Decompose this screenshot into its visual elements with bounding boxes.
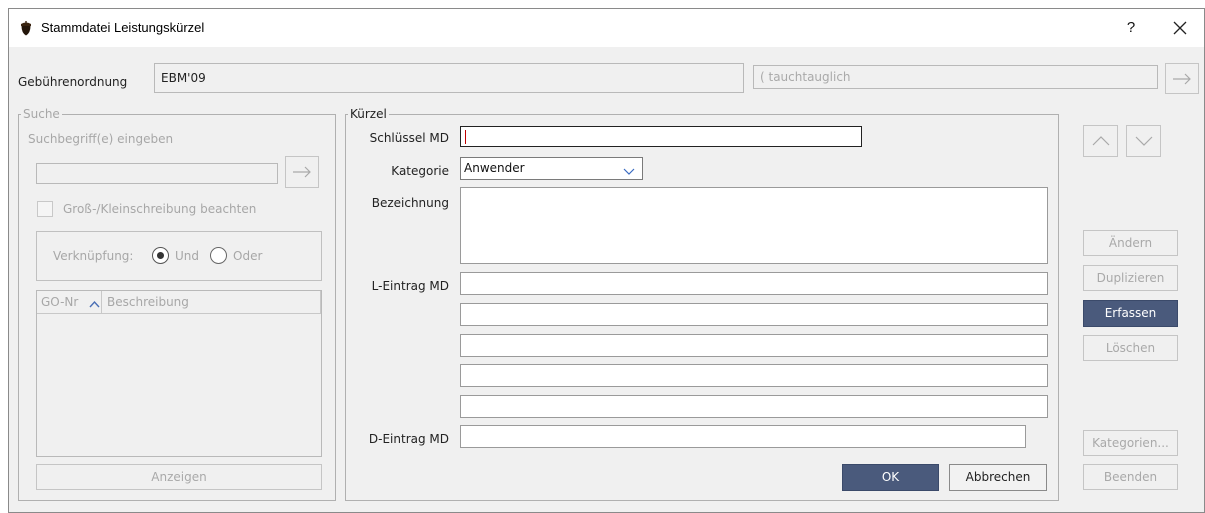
suche-go-button[interactable]: [285, 156, 319, 188]
kategorie-label: Kategorie: [391, 164, 449, 178]
l-eintrag-input-4[interactable]: [460, 364, 1048, 387]
l-eintrag-input-3[interactable]: [460, 334, 1048, 357]
anzeigen-button[interactable]: Anzeigen: [36, 464, 322, 490]
tauchtauglich-field[interactable]: ( tauchtauglich: [753, 65, 1158, 89]
radio-und-label: Und: [175, 249, 200, 263]
schluessel-label: Schlüssel MD: [369, 131, 449, 145]
help-button[interactable]: ?: [1114, 15, 1148, 41]
l-eintrag-input-1[interactable]: [460, 272, 1048, 295]
chevron-up-icon: [1091, 136, 1111, 150]
case-sensitive-label: Groß-/Kleinschreibung beachten: [63, 202, 257, 216]
kategorien-button[interactable]: Kategorien...: [1083, 430, 1178, 456]
arrow-right-icon: [1172, 73, 1192, 88]
l-eintrag-input-2[interactable]: [460, 303, 1048, 326]
close-button[interactable]: [1163, 15, 1197, 41]
bezeichnung-label: Bezeichnung: [371, 196, 449, 210]
tauchtauglich-go-button[interactable]: [1165, 63, 1199, 94]
suche-group-title: Suche: [21, 107, 62, 121]
case-sensitive-checkbox[interactable]: [37, 201, 53, 217]
suche-hint: Suchbegriff(e) eingeben: [28, 132, 174, 146]
dialog-window: Stammdatei Leistungskürzel ? Gebührenord…: [8, 8, 1205, 513]
bezeichnung-textarea[interactable]: [460, 187, 1048, 264]
radio-selected-dot: [157, 252, 164, 259]
kategorie-dropdown[interactable]: Anwender: [460, 157, 643, 180]
d-eintrag-label: D-Eintrag MD: [368, 432, 449, 446]
aendern-button[interactable]: Ändern: [1083, 230, 1178, 256]
ok-button[interactable]: OK: [842, 464, 939, 491]
kategorie-value: Anwender: [464, 161, 525, 175]
title-bar: Stammdatei Leistungskürzel ?: [9, 9, 1204, 47]
results-header: GO-Nr Beschreibung: [37, 291, 321, 314]
gebuehrenordnung-label: Gebührenordnung: [18, 75, 128, 89]
radio-und[interactable]: [152, 247, 169, 264]
chevron-down-icon: [623, 165, 635, 179]
close-icon: [1173, 21, 1187, 38]
results-list[interactable]: GO-Nr Beschreibung: [36, 290, 322, 457]
column-beschreibung[interactable]: Beschreibung: [107, 295, 189, 309]
d-eintrag-input[interactable]: [460, 425, 1026, 448]
acorn-icon: [19, 21, 33, 36]
column-divider: [101, 291, 102, 314]
radio-oder-label: Oder: [233, 249, 263, 263]
suche-input[interactable]: [36, 163, 278, 184]
sort-asc-icon: [89, 297, 100, 311]
schluessel-input[interactable]: [460, 126, 862, 147]
column-go-nr[interactable]: GO-Nr: [41, 295, 78, 309]
column-divider: [320, 291, 321, 314]
duplizieren-button[interactable]: Duplizieren: [1083, 265, 1178, 291]
verknuepfung-label: Verknüpfung:: [53, 249, 134, 263]
text-caret: [465, 130, 466, 144]
move-down-button[interactable]: [1126, 125, 1161, 157]
kuerzel-group-title: Kürzel: [348, 107, 389, 121]
beenden-button[interactable]: Beenden: [1083, 464, 1178, 490]
loeschen-button[interactable]: Löschen: [1083, 335, 1178, 361]
chevron-down-icon: [1134, 136, 1154, 150]
erfassen-button[interactable]: Erfassen: [1083, 300, 1178, 327]
move-up-button[interactable]: [1083, 125, 1118, 157]
gebuehrenordnung-field[interactable]: EBM'09: [154, 63, 744, 93]
radio-oder[interactable]: [210, 247, 227, 264]
abbrechen-button[interactable]: Abbrechen: [949, 464, 1047, 491]
window-title: Stammdatei Leistungskürzel: [41, 20, 205, 35]
l-eintrag-input-5[interactable]: [460, 395, 1048, 418]
l-eintrag-label: L-Eintrag MD: [371, 279, 449, 293]
arrow-right-icon: [292, 166, 312, 181]
